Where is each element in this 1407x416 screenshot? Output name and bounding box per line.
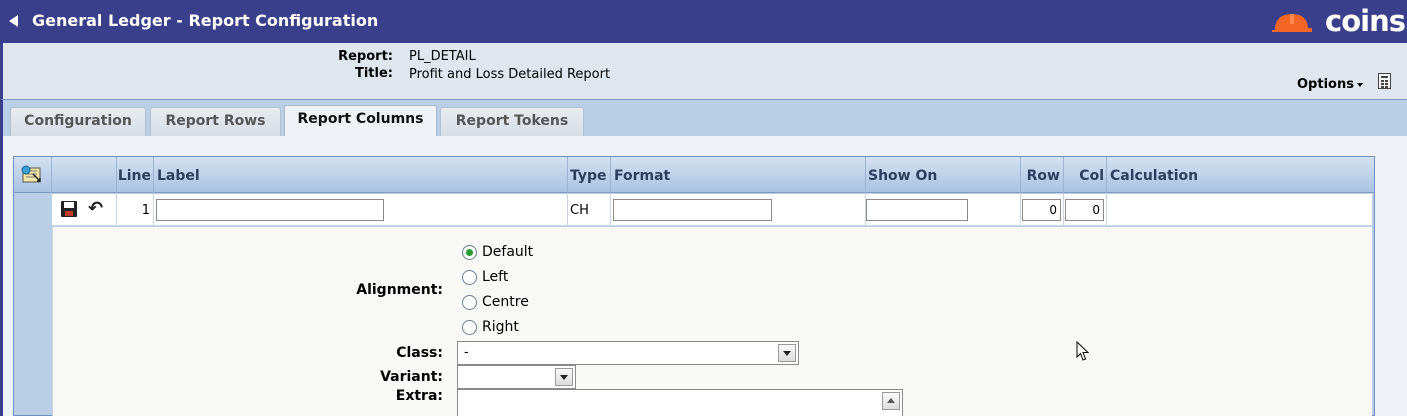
tab-bar: Configuration Report Rows Report Columns… [0, 100, 1407, 136]
cell-calculation [1107, 194, 1372, 226]
extra-label: Extra: [395, 388, 443, 404]
tab-report-columns[interactable]: Report Columns [284, 105, 437, 136]
variant-select[interactable] [457, 365, 576, 389]
radio-default[interactable] [462, 245, 477, 260]
class-label: Class: [396, 345, 443, 361]
label-input[interactable] [156, 199, 384, 221]
chevron-down-icon [555, 368, 573, 386]
chevron-down-icon [778, 344, 796, 362]
cell-row [1021, 194, 1064, 226]
radio-centre[interactable] [462, 295, 477, 310]
class-select-value: - [464, 345, 469, 360]
undo-icon[interactable]: ↶ [88, 199, 106, 219]
col-header-show-on: Show On [866, 157, 1021, 193]
extra-textarea[interactable] [457, 389, 903, 416]
col-header-label: Label [154, 157, 568, 193]
alignment-label: Alignment: [356, 282, 443, 298]
grid-header: Line Label Type Format Show On Row Col C… [14, 157, 1374, 193]
col-header-row: Row [1021, 157, 1064, 193]
logo-text: coins [1325, 4, 1406, 38]
hard-hat-icon [1272, 14, 1312, 32]
table-row: ↶ 1 CH [52, 194, 1372, 226]
col-header-format: Format [611, 157, 866, 193]
report-columns-grid: Line Label Type Format Show On Row Col C… [13, 156, 1375, 416]
radio-centre-label: Centre [482, 294, 529, 310]
mouse-cursor-icon [1076, 341, 1090, 361]
radio-left-label: Left [482, 269, 509, 285]
options-label: Options [1297, 77, 1354, 92]
page-title: General Ledger - Report Configuration [32, 11, 379, 30]
save-icon[interactable] [60, 200, 78, 218]
cell-show-on [866, 194, 1021, 226]
report-info-bar: Report: PL_DETAIL Title: Profit and Loss… [0, 43, 1407, 100]
cell-format [611, 194, 866, 226]
tab-report-rows[interactable]: Report Rows [150, 107, 281, 136]
coins-logo: coins [1267, 3, 1407, 39]
row-input[interactable] [1022, 199, 1061, 221]
cell-label [154, 194, 568, 226]
title-label: Title: [354, 66, 393, 81]
tab-report-tokens[interactable]: Report Tokens [440, 107, 584, 136]
format-input[interactable] [613, 199, 772, 221]
cell-type: CH [568, 194, 611, 226]
tab-configuration[interactable]: Configuration [10, 107, 146, 136]
caret-down-icon [1356, 82, 1363, 87]
col-header-line: Line [117, 157, 154, 193]
class-select[interactable]: - [457, 341, 799, 365]
show-on-input[interactable] [866, 199, 968, 221]
scroll-up-icon[interactable] [882, 392, 900, 410]
col-header-calculation: Calculation [1110, 168, 1199, 184]
options-menu[interactable]: Options [1297, 77, 1363, 92]
back-arrow-icon[interactable] [9, 15, 18, 27]
title-value: Profit and Loss Detailed Report [409, 67, 611, 82]
cell-line: 1 [117, 194, 154, 226]
radio-right[interactable] [462, 320, 477, 335]
title-bar: General Ledger - Report Configuration co… [0, 0, 1407, 43]
report-value: PL_DETAIL [409, 49, 476, 64]
grid-action-header [14, 157, 52, 193]
col-header-type: Type [568, 157, 611, 193]
report-label: Report: [338, 49, 393, 64]
col-input[interactable] [1065, 199, 1104, 221]
cell-col [1064, 194, 1107, 226]
radio-left[interactable] [462, 270, 477, 285]
column-detail-panel: Alignment: Default Left Centre Right Cla… [52, 227, 1372, 416]
radio-right-label: Right [482, 319, 519, 335]
grid-icons-header [52, 157, 117, 193]
radio-default-label: Default [482, 244, 534, 260]
add-row-icon[interactable] [20, 165, 44, 185]
col-header-col: Col [1064, 157, 1107, 193]
calculator-icon[interactable] [1378, 73, 1391, 89]
row-actions: ↶ [52, 194, 117, 226]
variant-label: Variant: [380, 369, 443, 385]
